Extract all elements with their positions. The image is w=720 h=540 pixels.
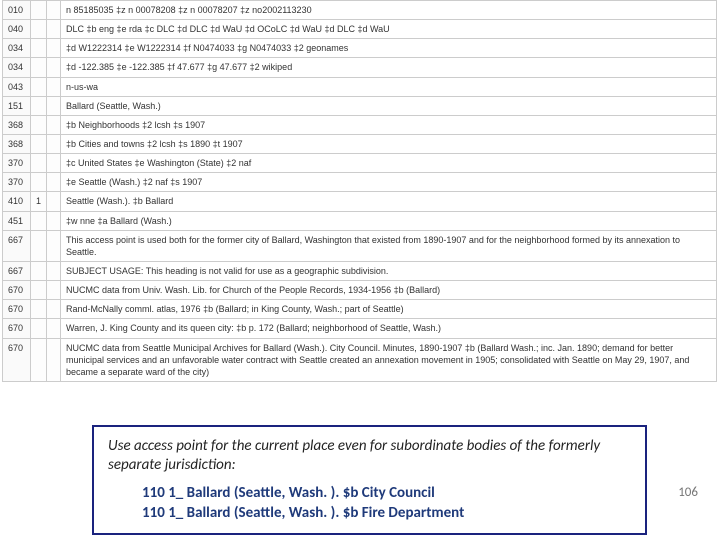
marc-indicator-2 xyxy=(47,20,61,39)
marc-indicator-2 xyxy=(47,192,61,211)
marc-indicator-2 xyxy=(47,230,61,261)
marc-field-content: NUCMC data from Seattle Municipal Archiv… xyxy=(61,338,717,381)
marc-tag: 043 xyxy=(3,77,31,96)
marc-row: 040 DLC ‡b eng ‡e rda ‡c DLC ‡d DLC ‡d Wa… xyxy=(3,20,717,39)
marc-row: 670 Warren, J. King County and its queen … xyxy=(3,319,717,338)
marc-tag: 670 xyxy=(3,338,31,381)
marc-indicator-1 xyxy=(31,96,47,115)
marc-indicator-2 xyxy=(47,1,61,20)
marc-indicator-1 xyxy=(31,115,47,134)
marc-indicator-2 xyxy=(47,211,61,230)
marc-indicator-1 xyxy=(31,173,47,192)
marc-tag: 151 xyxy=(3,96,31,115)
marc-indicator-1: 1 xyxy=(31,192,47,211)
marc-row: 151 Ballard (Seattle, Wash.) xyxy=(3,96,717,115)
marc-row: 370 ‡c United States ‡e Washington (State… xyxy=(3,154,717,173)
marc-indicator-1 xyxy=(31,338,47,381)
callout-examples: 110 1_ Ballard (Seattle, Wash. ). $b Cit… xyxy=(142,483,631,524)
marc-indicator-2 xyxy=(47,115,61,134)
marc-field-content: DLC ‡b eng ‡e rda ‡c DLC ‡d DLC ‡d WaU ‡… xyxy=(61,20,717,39)
marc-row: 034 ‡d W1222314 ‡e W1222314 ‡f N0474033 ‡… xyxy=(3,39,717,58)
marc-row: 368 ‡b Neighborhoods ‡2 lcsh ‡s 1907 xyxy=(3,115,717,134)
instruction-callout: Use access point for the current place e… xyxy=(92,425,647,535)
marc-field-content: ‡c United States ‡e Washington (State) ‡… xyxy=(61,154,717,173)
marc-indicator-1 xyxy=(31,319,47,338)
marc-row: 670 Rand-McNally comml. atlas, 1976 ‡b (B… xyxy=(3,300,717,319)
marc-indicator-2 xyxy=(47,261,61,280)
marc-field-content: Rand-McNally comml. atlas, 1976 ‡b (Ball… xyxy=(61,300,717,319)
marc-tag: 670 xyxy=(3,281,31,300)
marc-tag: 368 xyxy=(3,134,31,153)
marc-indicator-1 xyxy=(31,281,47,300)
page-number: 106 xyxy=(678,485,698,500)
marc-row: 034 ‡d -122.385 ‡e -122.385 ‡f 47.677 ‡g … xyxy=(3,58,717,77)
marc-field-content: NUCMC data from Univ. Wash. Lib. for Chu… xyxy=(61,281,717,300)
marc-indicator-2 xyxy=(47,173,61,192)
marc-row: 010 n 85185035 ‡z n 00078208 ‡z n 0007820… xyxy=(3,1,717,20)
marc-indicator-2 xyxy=(47,134,61,153)
marc-indicator-1 xyxy=(31,1,47,20)
marc-indicator-1 xyxy=(31,261,47,280)
example-line: 110 1_ Ballard (Seattle, Wash. ). $b Cit… xyxy=(142,483,631,503)
marc-field-content: n-us-wa xyxy=(61,77,717,96)
example-line: 110 1_ Ballard (Seattle, Wash. ). $b Fir… xyxy=(142,503,631,523)
marc-row: 670 NUCMC data from Seattle Municipal Arc… xyxy=(3,338,717,381)
marc-tag: 368 xyxy=(3,115,31,134)
marc-indicator-1 xyxy=(31,230,47,261)
marc-row: 4101 Seattle (Wash.). ‡b Ballard xyxy=(3,192,717,211)
marc-indicator-2 xyxy=(47,154,61,173)
marc-indicator-1 xyxy=(31,58,47,77)
marc-tag: 667 xyxy=(3,261,31,280)
marc-indicator-1 xyxy=(31,154,47,173)
marc-indicator-1 xyxy=(31,39,47,58)
marc-field-content: ‡w nne ‡a Ballard (Wash.) xyxy=(61,211,717,230)
marc-row: 667 This access point is used both for th… xyxy=(3,230,717,261)
marc-field-content: Seattle (Wash.). ‡b Ballard xyxy=(61,192,717,211)
marc-row: 043 n-us-wa xyxy=(3,77,717,96)
marc-tag: 034 xyxy=(3,58,31,77)
marc-indicator-2 xyxy=(47,319,61,338)
marc-indicator-1 xyxy=(31,300,47,319)
marc-tag: 034 xyxy=(3,39,31,58)
marc-field-content: ‡d -122.385 ‡e -122.385 ‡f 47.677 ‡g 47.… xyxy=(61,58,717,77)
marc-field-content: Warren, J. King County and its queen cit… xyxy=(61,319,717,338)
marc-row: 451 ‡w nne ‡a Ballard (Wash.) xyxy=(3,211,717,230)
marc-row: 670 NUCMC data from Univ. Wash. Lib. for … xyxy=(3,281,717,300)
marc-tag: 670 xyxy=(3,300,31,319)
marc-indicator-2 xyxy=(47,338,61,381)
marc-row: 667 SUBJECT USAGE: This heading is not va… xyxy=(3,261,717,280)
marc-indicator-1 xyxy=(31,20,47,39)
marc-field-content: n 85185035 ‡z n 00078208 ‡z n 00078207 ‡… xyxy=(61,1,717,20)
marc-tag: 410 xyxy=(3,192,31,211)
marc-indicator-2 xyxy=(47,300,61,319)
marc-field-content: SUBJECT USAGE: This heading is not valid… xyxy=(61,261,717,280)
marc-record-table: 010 n 85185035 ‡z n 00078208 ‡z n 0007820… xyxy=(2,0,717,382)
marc-indicator-1 xyxy=(31,211,47,230)
marc-tag: 370 xyxy=(3,173,31,192)
marc-row: 370 ‡e Seattle (Wash.) ‡2 naf ‡s 1907 xyxy=(3,173,717,192)
marc-indicator-1 xyxy=(31,77,47,96)
marc-field-content: Ballard (Seattle, Wash.) xyxy=(61,96,717,115)
marc-indicator-1 xyxy=(31,134,47,153)
marc-indicator-2 xyxy=(47,39,61,58)
marc-tag: 670 xyxy=(3,319,31,338)
marc-indicator-2 xyxy=(47,96,61,115)
marc-tag: 010 xyxy=(3,1,31,20)
marc-indicator-2 xyxy=(47,58,61,77)
marc-tag: 040 xyxy=(3,20,31,39)
marc-row: 368 ‡b Cities and towns ‡2 lcsh ‡s 1890 ‡… xyxy=(3,134,717,153)
marc-field-content: This access point is used both for the f… xyxy=(61,230,717,261)
marc-tag: 451 xyxy=(3,211,31,230)
marc-field-content: ‡d W1222314 ‡e W1222314 ‡f N0474033 ‡g N… xyxy=(61,39,717,58)
marc-field-content: ‡b Cities and towns ‡2 lcsh ‡s 1890 ‡t 1… xyxy=(61,134,717,153)
marc-field-content: ‡e Seattle (Wash.) ‡2 naf ‡s 1907 xyxy=(61,173,717,192)
marc-indicator-2 xyxy=(47,281,61,300)
marc-tag: 667 xyxy=(3,230,31,261)
marc-indicator-2 xyxy=(47,77,61,96)
marc-tag: 370 xyxy=(3,154,31,173)
marc-field-content: ‡b Neighborhoods ‡2 lcsh ‡s 1907 xyxy=(61,115,717,134)
callout-note: Use access point for the current place e… xyxy=(108,437,631,475)
